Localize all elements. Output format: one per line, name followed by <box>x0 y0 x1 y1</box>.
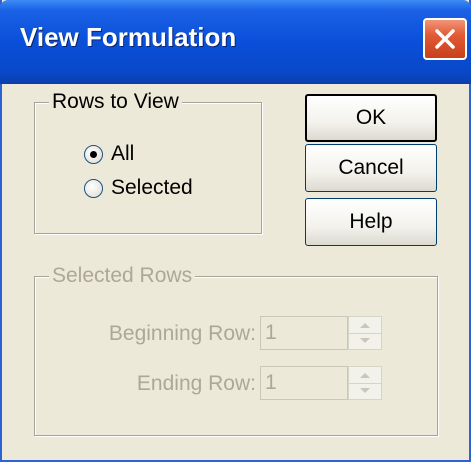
close-button[interactable] <box>423 18 467 60</box>
beginning-row-down-button[interactable] <box>349 333 381 349</box>
help-button[interactable]: Help <box>305 198 437 246</box>
radio-selected[interactable]: Selected <box>84 176 193 200</box>
ending-row-up-button[interactable] <box>349 367 381 384</box>
ending-row-spinner[interactable] <box>348 366 382 400</box>
cancel-button[interactable]: Cancel <box>305 144 437 192</box>
beginning-row-input[interactable]: 1 <box>260 316 348 350</box>
arrow-down-icon <box>360 338 370 343</box>
arrow-up-icon <box>360 373 370 378</box>
radio-all-indicator[interactable] <box>84 144 103 164</box>
rows-to-view-group: Rows to View <box>34 90 262 234</box>
close-icon <box>435 29 455 49</box>
ok-button[interactable]: OK <box>305 94 437 142</box>
ending-row-down-button[interactable] <box>349 383 381 399</box>
arrow-up-icon <box>360 323 370 328</box>
radio-all[interactable]: All <box>84 142 134 166</box>
ending-row-input[interactable]: 1 <box>260 366 348 400</box>
view-formulation-dialog: View Formulation Rows to View All Select… <box>0 0 471 462</box>
dialog-title: View Formulation <box>20 22 237 52</box>
ending-row-label: Ending Row: <box>136 372 256 395</box>
selected-rows-group: Selected Rows <box>34 264 438 436</box>
title-bar[interactable]: View Formulation <box>0 0 471 84</box>
beginning-row-spinner[interactable] <box>348 316 382 350</box>
radio-selected-indicator[interactable] <box>84 178 103 198</box>
radio-all-label: All <box>111 142 135 165</box>
beginning-row-label: Beginning Row: <box>108 322 256 345</box>
beginning-row-up-button[interactable] <box>349 317 381 334</box>
selected-rows-legend: Selected Rows <box>49 264 196 288</box>
radio-selected-label: Selected <box>111 176 193 199</box>
arrow-down-icon <box>360 388 370 393</box>
rows-to-view-legend: Rows to View <box>49 90 182 114</box>
